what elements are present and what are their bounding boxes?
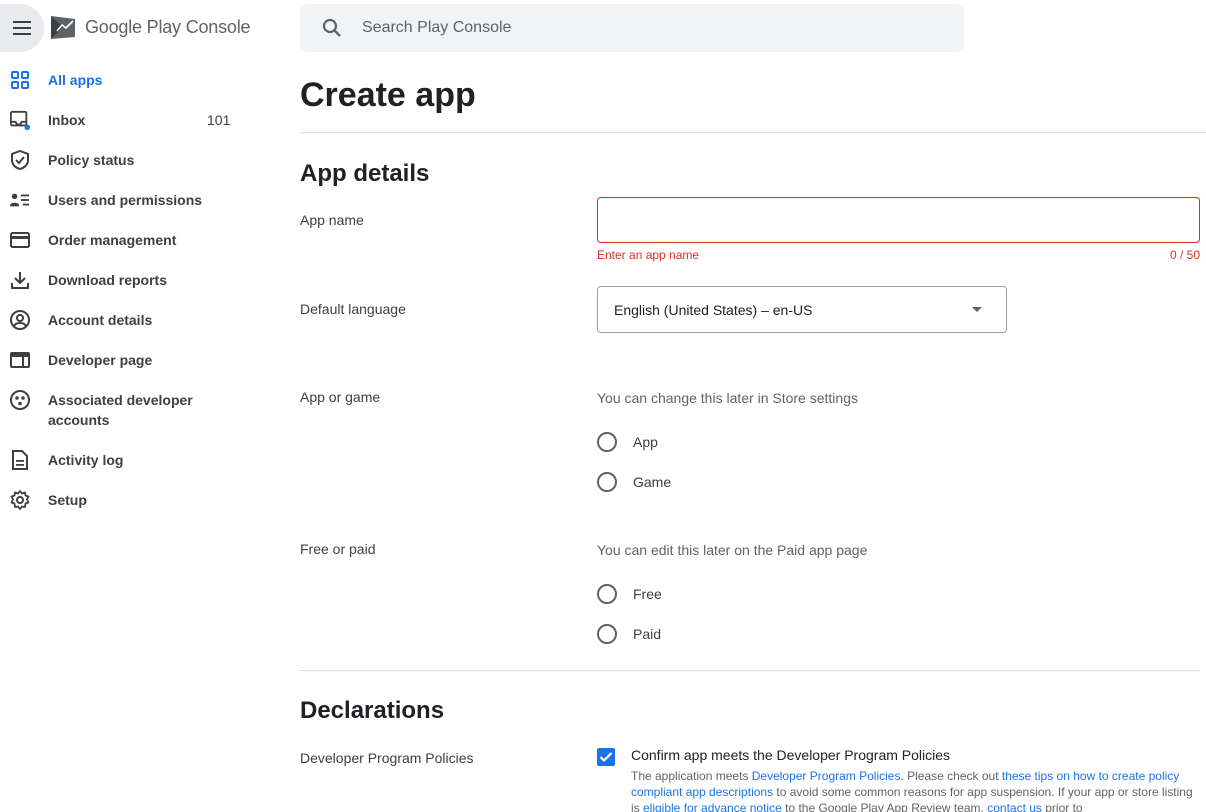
sidebar-item-order-management[interactable]: Order management: [0, 220, 250, 260]
sidebar-item-label: Account details: [48, 312, 153, 328]
app-or-game-hint: You can change this later in Store setti…: [597, 390, 858, 406]
inbox-count-badge: 101: [207, 112, 231, 128]
declarations-heading: Declarations: [300, 697, 445, 724]
radio-circle[interactable]: [597, 624, 617, 644]
search-bar[interactable]: [300, 4, 964, 52]
policies-checkbox-label[interactable]: Confirm app meets the Developer Program …: [631, 747, 950, 763]
sidebar-nav: All apps Inbox 101 Policy status Users a…: [0, 60, 250, 520]
sidebar-item-all-apps[interactable]: All apps: [0, 60, 250, 100]
developer-program-policies-link[interactable]: Developer Program Policies: [752, 769, 901, 783]
app-name-char-counter: 0 / 50: [1169, 248, 1200, 262]
sidebar-item-label: All apps: [48, 72, 103, 88]
radio-label: App: [633, 434, 658, 450]
free-or-paid-hint: You can edit this later on the Paid app …: [597, 542, 868, 558]
sidebar-item-associated-accounts[interactable]: Associated developer accounts: [0, 380, 250, 440]
brand-logo[interactable]: Google Play Console: [49, 13, 251, 41]
sidebar-item-label: Associated developer accounts: [48, 392, 193, 428]
app-name-input[interactable]: [598, 198, 1199, 242]
sidebar-item-setup[interactable]: Setup: [0, 480, 250, 520]
developer-policies-label: Developer Program Policies: [300, 750, 474, 766]
sidebar-item-download-reports[interactable]: Download reports: [0, 260, 250, 300]
radio-label: Paid: [633, 626, 662, 642]
inbox-icon: [10, 110, 30, 130]
gear-icon: [10, 490, 30, 510]
sidebar-item-label: Developer page: [48, 352, 153, 368]
radio-free[interactable]: Free: [597, 584, 662, 604]
shield-icon: [10, 150, 30, 170]
dropdown-arrow-icon: [972, 307, 982, 312]
checkmark-icon: [599, 752, 613, 763]
sidebar-item-policy-status[interactable]: Policy status: [0, 140, 250, 180]
sidebar-item-users-permissions[interactable]: Users and permissions: [0, 180, 250, 220]
section-divider: [300, 670, 1200, 671]
radio-label: Game: [633, 474, 672, 490]
radio-paid[interactable]: Paid: [597, 624, 661, 644]
search-icon: [322, 18, 341, 37]
default-language-select[interactable]: English (United States) – en-US: [597, 286, 1007, 333]
credit-card-icon: [10, 230, 30, 250]
app-details-heading: App details: [300, 160, 430, 187]
app-name-error: Enter an app name: [597, 248, 700, 262]
page-title: Create app: [300, 76, 476, 114]
default-language-label: Default language: [300, 301, 406, 317]
sidebar-item-label: Order management: [48, 232, 177, 248]
sidebar-item-label: Inbox: [48, 112, 86, 128]
play-console-logo-icon: [51, 16, 75, 39]
radio-circle[interactable]: [597, 472, 617, 492]
title-divider: [300, 132, 1206, 133]
sidebar-item-label: Activity log: [48, 452, 124, 468]
hamburger-icon: [13, 27, 31, 29]
main-menu-button[interactable]: [0, 4, 44, 52]
download-icon: [10, 270, 30, 290]
advance-notice-link[interactable]: eligible for advance notice: [643, 801, 782, 812]
app-name-field[interactable]: [597, 197, 1200, 243]
radio-app[interactable]: App: [597, 432, 658, 452]
app-or-game-label: App or game: [300, 389, 381, 405]
linked-accounts-icon: [10, 390, 30, 410]
radio-label: Free: [633, 586, 662, 602]
sidebar-item-account-details[interactable]: Account details: [0, 300, 250, 340]
app-name-label: App name: [300, 212, 364, 228]
web-page-icon: [10, 350, 30, 370]
sidebar-item-label: Download reports: [48, 272, 168, 288]
radio-circle[interactable]: [597, 584, 617, 604]
document-icon: [10, 450, 30, 470]
sidebar-item-activity-log[interactable]: Activity log: [0, 440, 250, 480]
policies-description: The application meets Developer Program …: [631, 768, 1200, 812]
people-list-icon: [10, 190, 30, 210]
sidebar-item-label: Policy status: [48, 152, 135, 168]
radio-circle[interactable]: [597, 432, 617, 452]
grid-icon: [10, 70, 30, 90]
contact-us-link[interactable]: contact us: [987, 801, 1042, 812]
default-language-value: English (United States) – en-US: [614, 301, 813, 318]
search-input[interactable]: [362, 19, 922, 37]
brand-name: Google Play Console: [85, 16, 251, 37]
radio-game[interactable]: Game: [597, 472, 671, 492]
policies-checkbox[interactable]: [597, 748, 615, 766]
sidebar-item-label: Users and permissions: [48, 192, 203, 208]
sidebar-item-developer-page[interactable]: Developer page: [0, 340, 250, 380]
sidebar-item-inbox[interactable]: Inbox 101: [0, 100, 250, 140]
sidebar-item-label: Setup: [48, 492, 87, 508]
free-or-paid-label: Free or paid: [300, 541, 376, 557]
account-circle-icon: [10, 310, 30, 330]
